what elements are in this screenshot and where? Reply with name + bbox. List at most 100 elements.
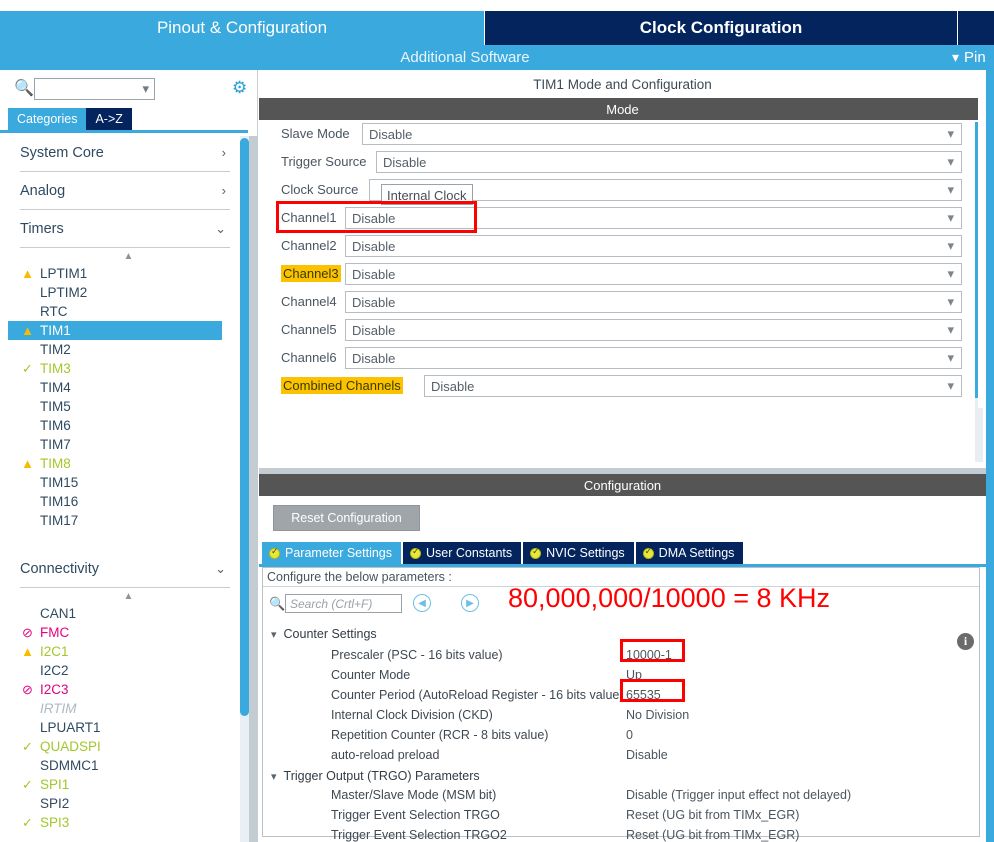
forbidden-icon: ⊘ (22, 682, 33, 697)
param-row-trgo[interactable]: Trigger Event Selection TRGO Reset (UG b… (263, 806, 977, 826)
param-name: Prescaler (PSC - 16 bits value) (331, 648, 503, 662)
tab-nvic-settings-label: NVIC Settings (546, 546, 625, 560)
channel6-select[interactable]: Disable ▾ (345, 347, 962, 369)
tab-parameter-settings[interactable]: Parameter Settings (262, 542, 401, 564)
clock-source-select[interactable]: ▾ Internal Clock (369, 179, 962, 205)
sidebar-item-tim2[interactable]: TIM2 (8, 340, 222, 359)
search-input[interactable]: ▾ (34, 78, 155, 100)
tree-scroll-spinner[interactable]: ▲ (8, 588, 248, 604)
channel2-value: Disable (352, 239, 396, 254)
tab-dma-settings[interactable]: DMA Settings (635, 542, 744, 564)
pinout-menu-label: Pin (964, 49, 986, 66)
chevron-down-icon: ▾ (142, 81, 149, 96)
mode-row-combined-channels: Combined Channels Disable ▾ (259, 372, 972, 400)
param-row-repetition-counter[interactable]: Repetition Counter (RCR - 8 bits value) … (263, 726, 977, 746)
sidebar-item-label: I2C3 (40, 682, 69, 697)
search-icon: 🔍 (14, 80, 34, 97)
sidebar-item-tim15[interactable]: TIM15 (8, 473, 222, 492)
sidebar-item-lptim1[interactable]: ▲ LPTIM1 (8, 264, 222, 283)
param-row-counter-period[interactable]: Counter Period (AutoReload Register - 16… (263, 686, 977, 706)
channel5-select[interactable]: Disable ▾ (345, 319, 962, 341)
check-circle-icon (642, 546, 654, 559)
sidebar-item-quadspi[interactable]: ✓ QUADSPI (8, 737, 222, 756)
sidebar-item-tim8[interactable]: ▲ TIM8 (8, 454, 222, 473)
channel4-select[interactable]: Disable ▾ (345, 291, 962, 313)
sidebar-item-i2c1[interactable]: ▲ I2C1 (8, 642, 222, 661)
channel1-select[interactable]: Disable ▾ (345, 207, 962, 229)
channel3-select[interactable]: Disable ▾ (345, 263, 962, 285)
tab-pinout-configuration[interactable]: Pinout & Configuration (0, 11, 484, 45)
sidebar-group-connectivity[interactable]: Connectivity ⌄ (20, 550, 230, 588)
param-row-clock-division[interactable]: Internal Clock Division (CKD) No Divisio… (263, 706, 977, 726)
param-row-auto-reload-preload[interactable]: auto-reload preload Disable (263, 746, 977, 766)
warning-icon: ▲ (21, 644, 34, 659)
sidebar-item-i2c3[interactable]: ⊘ I2C3 (8, 680, 222, 699)
param-row-master-slave-mode[interactable]: Master/Slave Mode (MSM bit) Disable (Tri… (263, 786, 977, 806)
sidebar-item-spi3[interactable]: ✓ SPI3 (8, 813, 222, 832)
chevron-right-circle-icon[interactable]: ▶ (461, 594, 479, 612)
sidebar-group-analog[interactable]: Analog › (20, 172, 230, 210)
tab-clock-configuration[interactable]: Clock Configuration (485, 11, 957, 45)
pinout-menu-button[interactable]: ▾ Pin (952, 45, 986, 70)
main-tabs: Pinout & Configuration Clock Configurati… (0, 11, 994, 45)
sidebar-item-label: LPTIM2 (40, 285, 88, 300)
sidebar-item-irtim[interactable]: IRTIM (8, 699, 222, 718)
sidebar-group-system-core[interactable]: System Core › (20, 134, 230, 172)
sidebar-item-tim16[interactable]: TIM16 (8, 492, 222, 511)
sidebar-item-tim1[interactable]: ▲ TIM1 (8, 321, 222, 340)
sidebar-scrollbar-thumb[interactable] (240, 138, 249, 716)
check-icon: ✓ (22, 361, 33, 376)
sidebar-item-lptim2[interactable]: LPTIM2 (8, 283, 222, 302)
sidebar-item-label: QUADSPI (40, 739, 101, 754)
sidebar-item-can1[interactable]: CAN1 (8, 604, 222, 623)
sidebar-item-sdmmc1[interactable]: SDMMC1 (8, 756, 222, 775)
combined-channels-select[interactable]: Disable ▾ (424, 375, 962, 397)
param-row-trgo2[interactable]: Trigger Event Selection TRGO2 Reset (UG … (263, 826, 977, 842)
param-row-counter-mode[interactable]: Counter Mode Up (263, 666, 977, 686)
sidebar-item-label: TIM15 (40, 475, 79, 490)
sidebar-item-label: TIM7 (40, 437, 71, 452)
gear-icon[interactable]: ⚙ (232, 79, 250, 97)
sidebar-item-label: TIM5 (40, 399, 71, 414)
sidebar-item-spi2[interactable]: SPI2 (8, 794, 222, 813)
sidebar-item-lpuart1[interactable]: LPUART1 (8, 718, 222, 737)
param-group-trigger-output[interactable]: ▾ Trigger Output (TRGO) Parameters (271, 766, 480, 786)
param-value: Reset (UG bit from TIMx_EGR) (626, 828, 800, 842)
sidebar-item-i2c2[interactable]: I2C2 (8, 661, 222, 680)
channel2-select[interactable]: Disable ▾ (345, 235, 962, 257)
sidebar-item-rtc[interactable]: RTC (8, 302, 222, 321)
sidebar-item-fmc[interactable]: ⊘ FMC (8, 623, 222, 642)
sidebar-item-spi1[interactable]: ✓ SPI1 (8, 775, 222, 794)
clock-source-editor[interactable]: Internal Clock (381, 184, 473, 205)
app-window: Pinout & Configuration Clock Configurati… (0, 0, 994, 842)
chevron-left-circle-icon[interactable]: ◀ (413, 594, 431, 612)
sidebar-item-tim7[interactable]: TIM7 (8, 435, 222, 454)
formula-annotation: 80,000,000/10000 = 8 KHz (508, 583, 831, 613)
tab-user-constants-label: User Constants (426, 546, 513, 560)
sidebar-group-timers[interactable]: Timers ⌄ (20, 210, 230, 248)
sidebar-item-tim17[interactable]: TIM17 (8, 511, 222, 530)
sidebar-item-tim5[interactable]: TIM5 (8, 397, 222, 416)
trigger-source-select[interactable]: Disable ▾ (376, 151, 962, 173)
sidebar-tab-az[interactable]: A->Z (86, 108, 132, 130)
param-group-counter-settings[interactable]: ▾ Counter Settings (271, 624, 377, 644)
tab-overflow[interactable] (958, 11, 994, 45)
sidebar-item-tim3[interactable]: ✓ TIM3 (8, 359, 222, 378)
sidebar-tab-categories[interactable]: Categories (8, 108, 87, 130)
param-group-label: Counter Settings (283, 627, 377, 641)
sidebar-item-tim4[interactable]: TIM4 (8, 378, 222, 397)
tree-scroll-spinner[interactable]: ▲ (8, 248, 248, 264)
parameter-search-input[interactable]: Search (Crtl+F) (285, 594, 402, 613)
tab-nvic-settings[interactable]: NVIC Settings (523, 542, 634, 564)
slave-mode-select[interactable]: Disable ▾ (362, 123, 962, 145)
tab-user-constants[interactable]: User Constants (403, 542, 522, 564)
sidebar-scrollbar-outer[interactable] (249, 136, 258, 842)
additional-software-button[interactable]: Additional Software (0, 45, 930, 70)
page-title: TIM1 Mode and Configuration (259, 70, 986, 98)
param-row-prescaler[interactable]: Prescaler (PSC - 16 bits value) 10000-1 (263, 646, 977, 666)
sidebar-group-label: Analog (20, 182, 66, 199)
sidebar-item-tim6[interactable]: TIM6 (8, 416, 222, 435)
reset-configuration-button[interactable]: Reset Configuration (273, 505, 420, 531)
chevron-down-icon: ▾ (947, 238, 954, 253)
mode-row-label: Channel1 (281, 210, 337, 225)
